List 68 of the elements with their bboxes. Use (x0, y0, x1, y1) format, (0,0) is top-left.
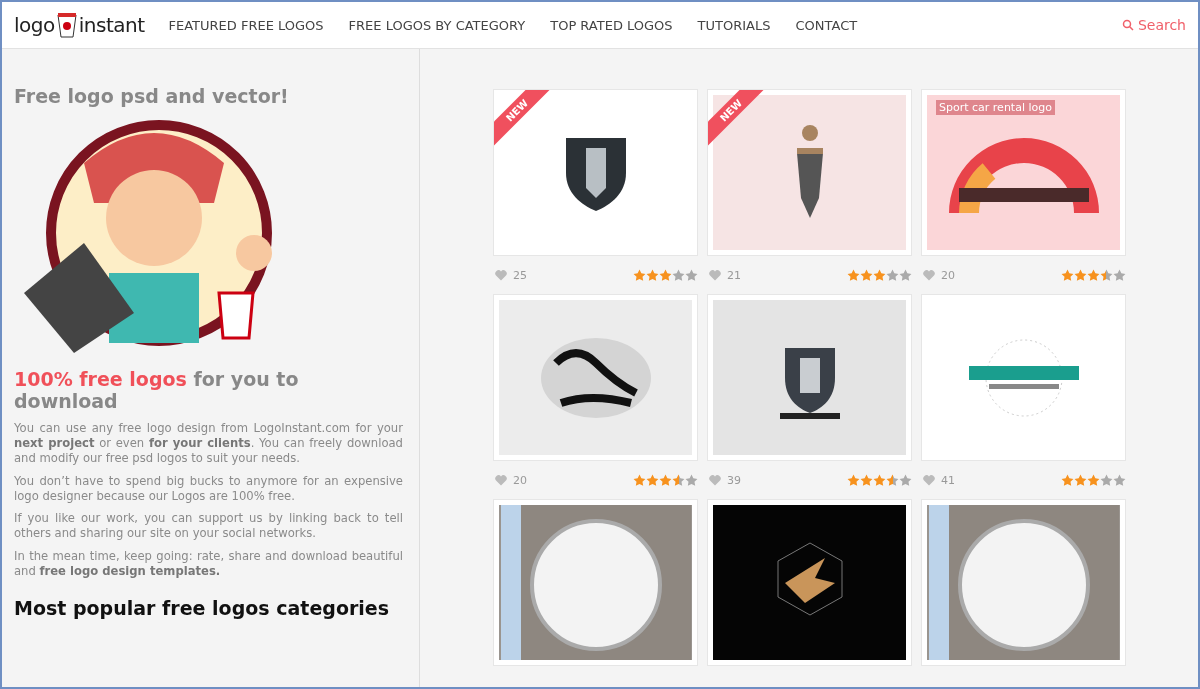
nav-link[interactable]: CONTACT (795, 17, 858, 33)
star-rating[interactable] (847, 473, 912, 487)
star-icon (899, 268, 912, 282)
star-icon (886, 473, 899, 487)
paragraph: You don’t have to spend big bucks to anymore for an expensive logo designer because our Logos are 100% free. (14, 473, 403, 505)
star-icon (899, 473, 912, 487)
section-heading: Most popular free logos categories (14, 597, 391, 620)
cup-icon (56, 12, 77, 38)
star-icon (672, 473, 685, 487)
paragraph: You can use any free logo design from LogoInstant.com for your next project or even for your clients. You can freely download and modify our free psd logos to suit your needs. (14, 420, 403, 467)
nav-link[interactable]: TUTORIALS (697, 17, 771, 33)
star-icon (1061, 268, 1074, 282)
star-icon (659, 473, 672, 487)
star-icon (860, 268, 873, 282)
star-rating[interactable] (633, 473, 698, 487)
like-count: 25 (513, 268, 527, 282)
star-rating[interactable] (1061, 473, 1126, 487)
nav-link[interactable]: TOP RATED LOGOS (550, 17, 673, 33)
heart-icon[interactable] (495, 474, 507, 486)
nav-link[interactable]: FEATURED FREE LOGOS (168, 17, 324, 33)
paragraph: If you like our work, you can support us by linking back to tell others and sharing our site on your social networks. (14, 511, 403, 542)
star-icon (685, 268, 698, 282)
star-icon (1074, 473, 1087, 487)
nav-link[interactable]: FREE LOGOS BY CATEGORY (348, 17, 526, 33)
star-icon (847, 268, 860, 282)
like-count: 39 (727, 473, 741, 487)
star-icon (1061, 473, 1074, 487)
logo-text[interactable]: logo (14, 13, 55, 37)
star-icon (1087, 268, 1100, 282)
star-icon (646, 268, 659, 282)
like-count: 21 (727, 268, 741, 282)
star-rating[interactable] (633, 268, 698, 282)
logo-card[interactable] (707, 294, 912, 461)
star-icon (1074, 268, 1087, 282)
star-icon (1100, 473, 1113, 487)
like-count: 41 (941, 473, 955, 487)
star-icon (1113, 473, 1126, 487)
star-icon (672, 268, 685, 282)
heart-icon[interactable] (709, 474, 721, 486)
sidebar-title: Free logo psd and vector! (14, 85, 290, 107)
star-icon (886, 268, 899, 282)
search-icon (1121, 19, 1134, 31)
logo-card[interactable] (493, 294, 698, 461)
star-rating[interactable] (1061, 268, 1126, 282)
star-icon (1100, 268, 1113, 282)
star-rating[interactable] (847, 268, 912, 282)
star-icon (646, 473, 659, 487)
star-icon (847, 473, 860, 487)
star-icon (633, 268, 646, 282)
star-icon (873, 268, 886, 282)
sidebar-heading: 100% free logos for you to download (14, 369, 300, 413)
star-icon (1087, 473, 1100, 487)
overlay-title: Sport car rental logo (936, 100, 1055, 115)
heart-icon[interactable] (709, 269, 721, 281)
like-count: 20 (941, 268, 955, 282)
logo-card[interactable] (707, 499, 912, 666)
star-icon (685, 473, 698, 487)
heart-icon[interactable] (923, 269, 935, 281)
star-icon (873, 473, 886, 487)
heart-icon[interactable] (495, 269, 507, 281)
star-icon (633, 473, 646, 487)
like-count: 20 (513, 473, 527, 487)
star-icon (659, 268, 672, 282)
heart-icon[interactable] (923, 474, 935, 486)
logo-text[interactable]: instant (78, 13, 145, 37)
paragraph: In the mean time, keep going: rate, share and download beautiful and free logo design templates. (14, 548, 403, 580)
star-icon (860, 473, 873, 487)
star-icon (1113, 268, 1126, 282)
